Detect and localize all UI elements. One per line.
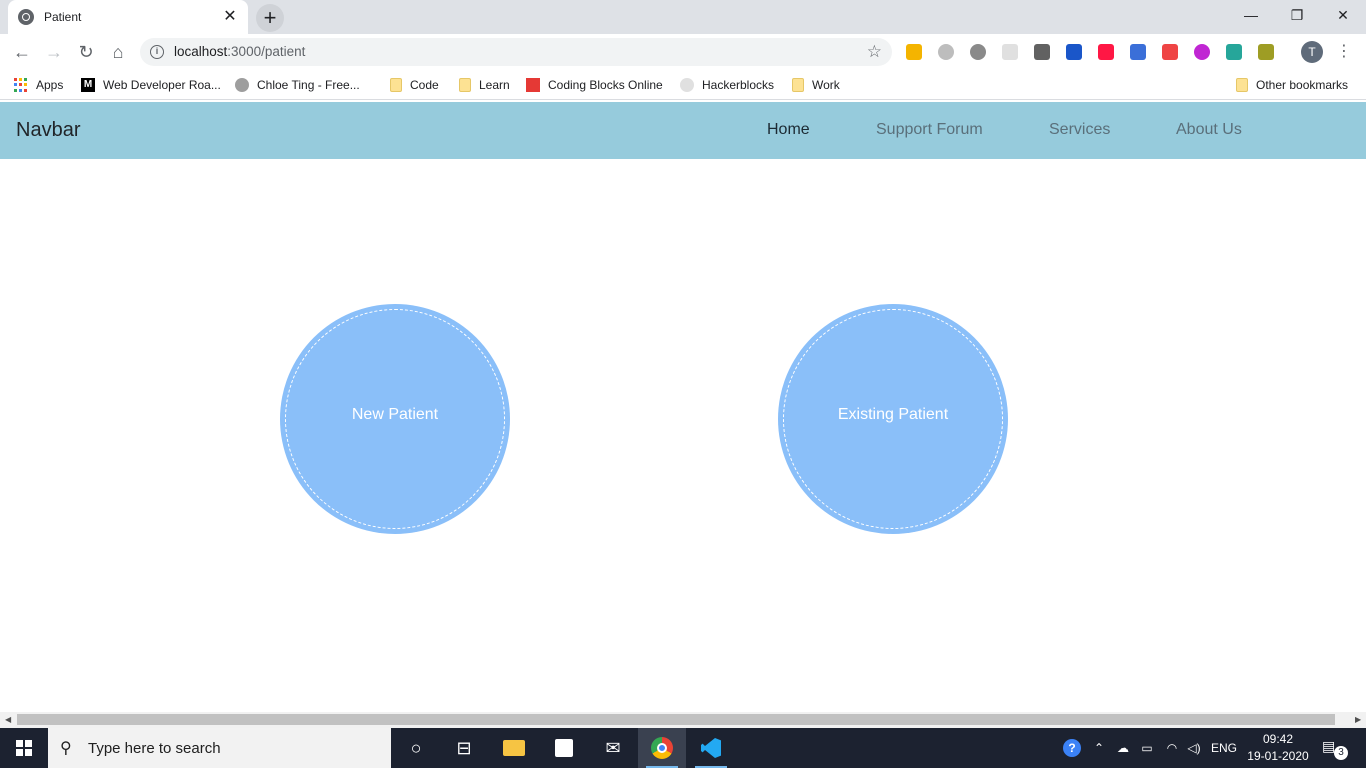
scroll-left-icon[interactable]: ◀ bbox=[5, 715, 11, 724]
onedrive-icon[interactable]: ☁ bbox=[1112, 728, 1134, 768]
bookmark-star-icon[interactable]: ☆ bbox=[867, 42, 882, 62]
nav-link-about-us[interactable]: About Us bbox=[1176, 121, 1242, 139]
battery-icon[interactable]: ▭ bbox=[1137, 728, 1157, 768]
chevron-up-icon[interactable]: ⌃ bbox=[1090, 728, 1108, 768]
highlighter-extension-icon[interactable] bbox=[906, 44, 922, 60]
new-tab-button[interactable]: + bbox=[256, 4, 284, 32]
tab-title: Patient bbox=[44, 10, 82, 24]
profile-avatar[interactable]: T bbox=[1301, 41, 1323, 63]
medium-icon: M bbox=[81, 78, 95, 92]
task-view-icon[interactable]: ⊟ bbox=[440, 728, 488, 768]
bookmark-folder-work[interactable]: Work bbox=[792, 76, 840, 94]
folder-icon bbox=[459, 78, 471, 92]
address-bar[interactable]: i localhost:3000/patient ☆ bbox=[140, 38, 892, 66]
page-content: New Patient Existing Patient bbox=[0, 159, 1366, 712]
extension-icon[interactable] bbox=[1130, 44, 1146, 60]
taskbar-search-placeholder: Type here to search bbox=[88, 740, 221, 757]
bookmark-web-developer[interactable]: M Web Developer Roa... bbox=[81, 76, 221, 94]
new-patient-label: New Patient bbox=[351, 406, 439, 423]
folder-icon bbox=[1236, 78, 1248, 92]
scissors-extension-icon[interactable] bbox=[1034, 44, 1050, 60]
back-icon[interactable]: ← bbox=[10, 40, 34, 64]
folder-icon bbox=[792, 78, 804, 92]
browser-toolbar: ← → ↻ ⌂ i localhost:3000/patient ☆ T ⋮ bbox=[0, 34, 1366, 70]
browser-tab[interactable]: Patient ✕ bbox=[8, 0, 248, 34]
bookmarks-bar: Apps M Web Developer Roa... Chloe Ting -… bbox=[0, 70, 1366, 100]
url-text[interactable]: localhost:3000/patient bbox=[174, 44, 305, 59]
pen-extension-icon[interactable] bbox=[1226, 44, 1242, 60]
moon-extension-icon[interactable] bbox=[1194, 44, 1210, 60]
reload-icon[interactable]: ↻ bbox=[74, 40, 98, 64]
nav-link-services[interactable]: Services bbox=[1049, 121, 1110, 139]
search-icon: ⚲ bbox=[60, 740, 72, 757]
restore-button[interactable]: ❐ bbox=[1274, 0, 1320, 30]
browser-menu-icon[interactable]: ⋮ bbox=[1336, 40, 1352, 64]
browser-tabstrip: Patient ✕ + — ❐ ✕ bbox=[0, 0, 1366, 34]
info-icon[interactable]: i bbox=[150, 45, 164, 59]
bookmark-coding-blocks[interactable]: Coding Blocks Online bbox=[526, 76, 663, 94]
help-icon[interactable]: ? bbox=[1060, 728, 1084, 768]
bookmark-chloe-ting[interactable]: Chloe Ting - Free... bbox=[235, 76, 360, 94]
site-navbar: Navbar Home Support Forum Services About… bbox=[0, 102, 1366, 159]
grid-extension-icon[interactable] bbox=[1066, 44, 1082, 60]
navbar-brand[interactable]: Navbar bbox=[16, 119, 80, 142]
home-icon[interactable]: ⌂ bbox=[106, 40, 130, 64]
clock-date: 19-01-2020 bbox=[1247, 749, 1309, 763]
folder-icon bbox=[390, 78, 402, 92]
clock-time: 09:42 bbox=[1262, 732, 1294, 746]
store-icon[interactable] bbox=[540, 728, 588, 768]
bookmark-folder-code[interactable]: Code bbox=[390, 76, 439, 94]
color-extension-icon[interactable] bbox=[1098, 44, 1114, 60]
forward-icon[interactable]: → bbox=[42, 40, 66, 64]
action-center-icon[interactable]: ▤ 3 bbox=[1322, 738, 1348, 760]
mail-icon[interactable]: ✉ bbox=[589, 728, 637, 768]
avatar-icon bbox=[235, 78, 249, 92]
bookmark-apps[interactable]: Apps bbox=[14, 76, 63, 94]
scroll-right-icon[interactable]: ▶ bbox=[1355, 715, 1361, 724]
taskbar-clock[interactable]: 09:42 19-01-2020 bbox=[1246, 731, 1310, 765]
windows-taskbar: ⚲ Type here to search ○ ⊟ ✉ ? ⌃ ☁ ▭ ◠ ◁)… bbox=[0, 728, 1366, 768]
scrollbar-thumb[interactable] bbox=[17, 714, 1335, 725]
apps-grid-icon bbox=[14, 78, 28, 92]
file-explorer-icon[interactable] bbox=[490, 728, 538, 768]
horizontal-scrollbar[interactable]: ◀ ▶ bbox=[0, 712, 1366, 728]
hackerblocks-icon bbox=[680, 78, 694, 92]
extension-icon[interactable] bbox=[1162, 44, 1178, 60]
new-patient-button[interactable]: New Patient bbox=[280, 304, 510, 534]
extension-icon[interactable] bbox=[970, 44, 986, 60]
volume-icon[interactable]: ◁) bbox=[1184, 728, 1204, 768]
notification-count-badge: 3 bbox=[1334, 746, 1348, 760]
start-button[interactable] bbox=[0, 728, 48, 768]
nav-link-support-forum[interactable]: Support Forum bbox=[876, 121, 983, 139]
wifi-icon[interactable]: ◠ bbox=[1161, 728, 1183, 768]
existing-patient-button[interactable]: Existing Patient bbox=[778, 304, 1008, 534]
minimize-button[interactable]: — bbox=[1228, 0, 1274, 30]
extension-icon[interactable] bbox=[1002, 44, 1018, 60]
chrome-icon[interactable] bbox=[638, 728, 686, 768]
bookmark-folder-learn[interactable]: Learn bbox=[459, 76, 510, 94]
globe-extension-icon[interactable] bbox=[938, 44, 954, 60]
tab-close-icon[interactable]: ✕ bbox=[222, 9, 238, 25]
vscode-icon[interactable] bbox=[687, 728, 735, 768]
extension-icon[interactable] bbox=[1258, 44, 1274, 60]
language-indicator[interactable]: ENG bbox=[1208, 728, 1240, 768]
existing-patient-label: Existing Patient bbox=[837, 406, 949, 423]
cortana-icon[interactable]: ○ bbox=[392, 728, 440, 768]
globe-icon bbox=[18, 9, 34, 25]
bookmark-hackerblocks[interactable]: Hackerblocks bbox=[680, 76, 774, 94]
close-window-button[interactable]: ✕ bbox=[1320, 0, 1366, 30]
nav-link-home[interactable]: Home bbox=[767, 121, 810, 139]
coding-blocks-icon bbox=[526, 78, 540, 92]
bookmark-other[interactable]: Other bookmarks bbox=[1236, 76, 1348, 94]
taskbar-search[interactable]: ⚲ Type here to search bbox=[48, 728, 391, 768]
windows-logo-icon bbox=[16, 740, 32, 756]
